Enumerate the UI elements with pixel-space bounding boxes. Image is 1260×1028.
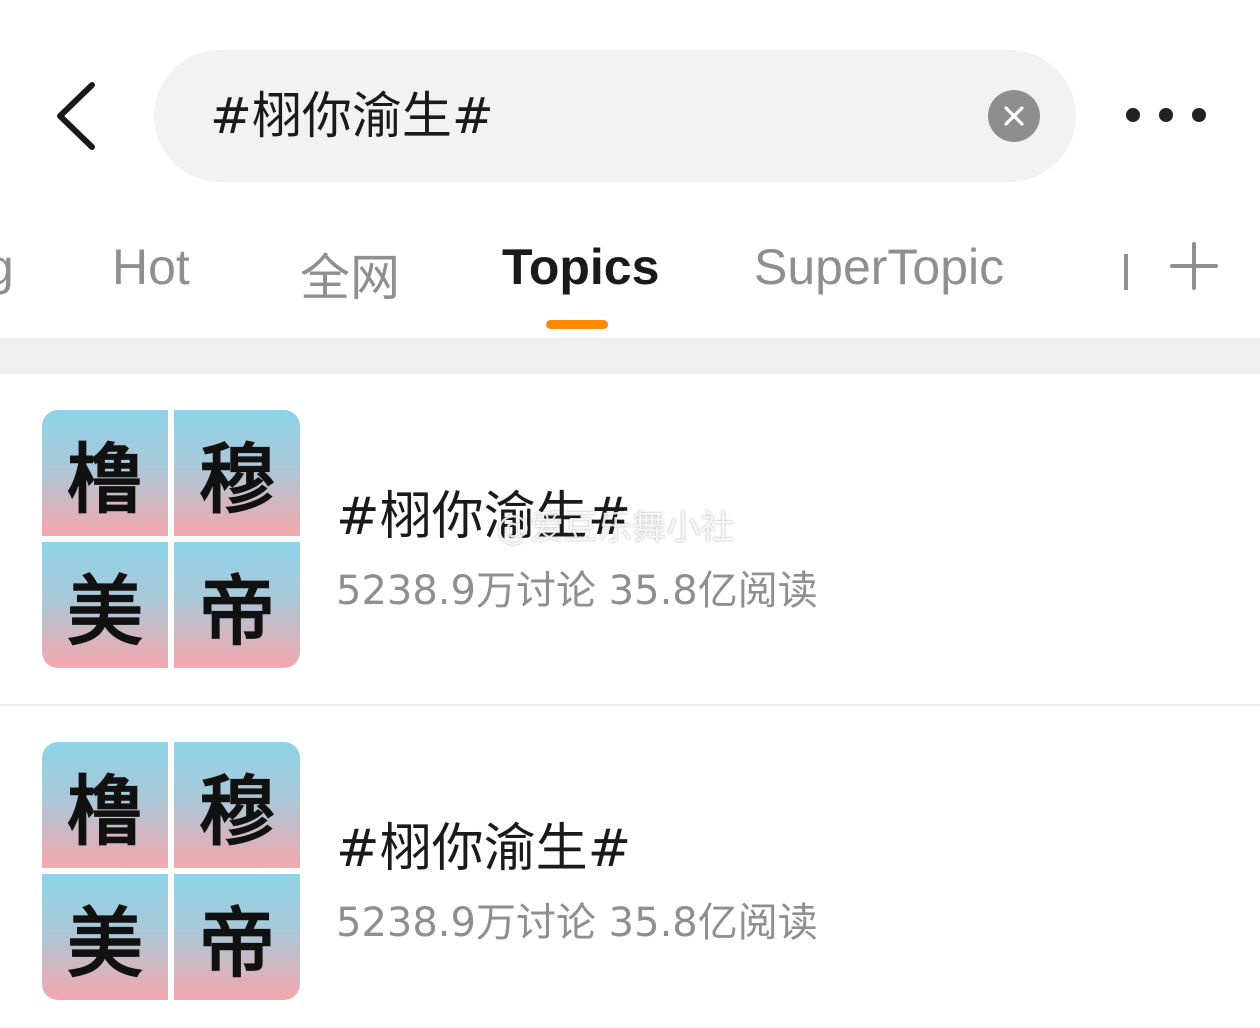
clear-search-button[interactable] [988,90,1040,142]
list-item[interactable]: 橹 穆 美 帝 #栩你渝生# 5238.9万讨论 35.8亿阅读 [0,706,1260,1028]
tab-hot[interactable]: Hot [112,238,190,296]
tab-all-web[interactable]: 全网 [300,238,400,310]
section-divider [0,338,1260,374]
chevron-left-icon [57,82,95,150]
thumbnail-char: 帝 [174,874,300,1000]
active-tab-indicator [546,320,608,329]
thumbnail-char: 美 [42,542,168,668]
search-query[interactable]: #栩你渝生# [210,50,494,182]
thumbnail-char: 穆 [174,410,300,536]
thumbnail-char: 橹 [42,742,168,868]
tab-topics[interactable]: Topics [502,238,659,296]
watermark: @爱豆乐舞小社 [496,508,734,548]
thumbnail-char: 穆 [174,742,300,868]
thumbnail-char: 橹 [42,410,168,536]
more-dot-icon [1126,108,1140,122]
tab-bar: g Hot 全网 Topics SuperTopic [0,220,1260,338]
thumbnail-char: 美 [42,874,168,1000]
tab-partial[interactable]: g [0,238,14,296]
topic-stats: 5238.9万讨论 35.8亿阅读 [336,900,818,946]
tab-partial-cut[interactable] [1124,254,1128,290]
tab-supertopic[interactable]: SuperTopic [754,238,1004,296]
plus-icon [1170,242,1218,290]
thumbnail-char: 帝 [174,542,300,668]
more-dot-icon [1159,108,1173,122]
topic-thumbnail: 橹 穆 美 帝 [42,410,300,668]
topic-title: #栩你渝生# [336,819,632,879]
more-dot-icon [1192,108,1206,122]
more-options-button[interactable] [1118,95,1214,135]
topic-stats: 5238.9万讨论 35.8亿阅读 [336,568,818,614]
topic-thumbnail: 橹 穆 美 帝 [42,742,300,1000]
close-icon [1004,106,1024,126]
add-tab-button[interactable] [1168,240,1220,292]
back-button[interactable] [44,76,108,156]
page: #栩你渝生# g Hot 全网 Topics SuperTopic [0,0,1260,1028]
search-input[interactable]: #栩你渝生# [154,50,1076,182]
